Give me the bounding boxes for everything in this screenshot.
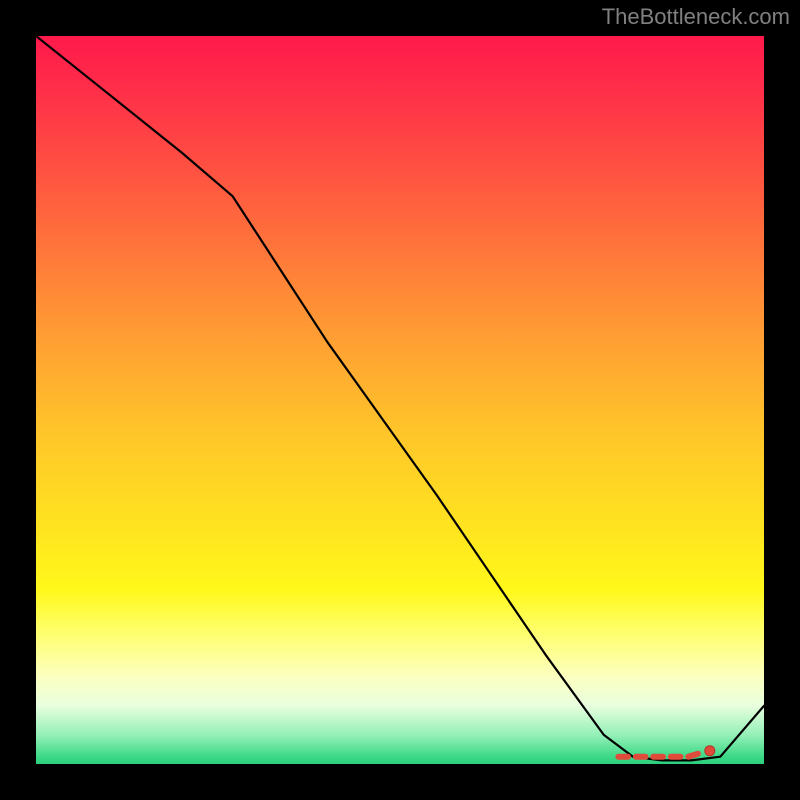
chart-overlay — [36, 36, 764, 764]
attribution-text: TheBottleneck.com — [602, 4, 790, 30]
plot-area — [36, 36, 764, 764]
chart-frame: TheBottleneck.com — [0, 0, 800, 800]
optimal-range-markers — [618, 746, 714, 757]
bottleneck-curve-line — [36, 36, 764, 760]
optimal-marker-dot — [705, 746, 715, 756]
optimal-marker-dash — [688, 754, 698, 757]
